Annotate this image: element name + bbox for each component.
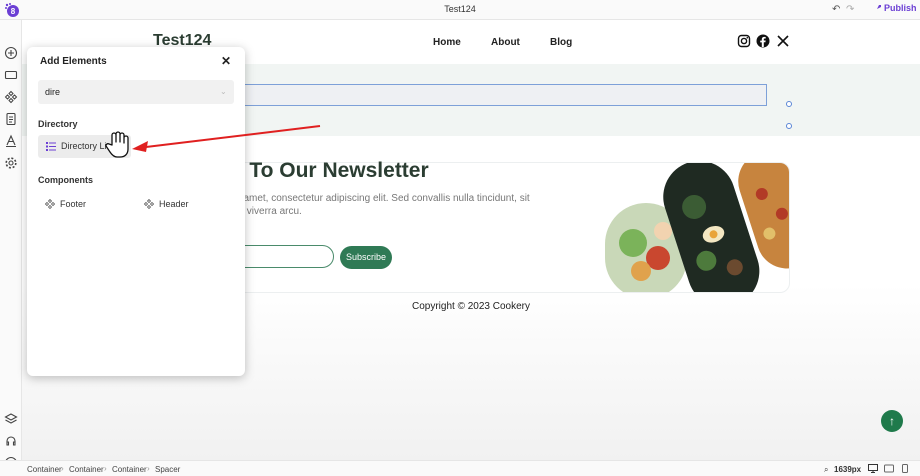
resize-handle-bottom[interactable] bbox=[786, 123, 792, 129]
redo-icon[interactable]: ↷ bbox=[846, 4, 854, 15]
component-footer[interactable]: Footer bbox=[45, 199, 86, 209]
undo-icon[interactable]: ↶ bbox=[832, 4, 840, 15]
canvas-width-readout: 1639px bbox=[834, 465, 862, 474]
publish-label: Publish bbox=[884, 3, 917, 13]
left-toolbar bbox=[0, 20, 22, 470]
component-icon bbox=[144, 199, 154, 209]
list-icon bbox=[46, 142, 56, 151]
publish-button[interactable]: Publish bbox=[874, 3, 917, 13]
facebook-icon[interactable] bbox=[756, 34, 770, 48]
component-header[interactable]: Header bbox=[144, 199, 189, 209]
breadcrumb-item[interactable]: Spacer bbox=[155, 465, 180, 474]
scroll-top-button[interactable]: ↑ bbox=[881, 410, 903, 432]
layout-icon[interactable] bbox=[4, 68, 18, 82]
tablet-icon[interactable] bbox=[884, 464, 894, 473]
rocket-icon bbox=[875, 5, 881, 11]
pages-icon[interactable] bbox=[4, 112, 18, 126]
nav-link-about[interactable]: About bbox=[491, 37, 520, 48]
section-components: Components bbox=[38, 175, 93, 185]
hand-cursor-icon bbox=[105, 131, 129, 158]
chevron-down-icon: ⌄ bbox=[220, 87, 227, 96]
newsletter-title: be To Our Newsletter bbox=[219, 159, 429, 182]
panel-title: Add Elements bbox=[40, 56, 107, 67]
close-icon[interactable]: ✕ bbox=[221, 54, 231, 68]
zoom-search-icon: ⌕ bbox=[824, 465, 829, 474]
bottom-bar: Container › Container › Container › Spac… bbox=[0, 460, 920, 476]
nav-link-blog[interactable]: Blog bbox=[550, 37, 572, 48]
desktop-icon[interactable] bbox=[868, 464, 878, 473]
chevron-right-icon: › bbox=[147, 464, 150, 473]
resize-handle-top[interactable] bbox=[786, 101, 792, 107]
breadcrumb-item[interactable]: Container bbox=[27, 465, 62, 474]
support-headset-icon[interactable] bbox=[4, 434, 18, 448]
layers-icon[interactable] bbox=[4, 412, 18, 426]
instagram-icon[interactable] bbox=[737, 34, 751, 48]
breadcrumb-item[interactable]: Container bbox=[69, 465, 104, 474]
add-elements-panel: Add Elements ✕ ⌄ Directory Directory Lis… bbox=[27, 47, 245, 376]
newsletter-text: or sit amet, consectetur adipiscing elit… bbox=[219, 193, 530, 217]
component-header-label: Header bbox=[159, 199, 189, 209]
settings-gear-icon[interactable] bbox=[4, 156, 18, 170]
subscribe-button[interactable]: Subscribe bbox=[340, 246, 392, 269]
x-icon[interactable] bbox=[776, 34, 790, 48]
nav-link-home[interactable]: Home bbox=[433, 37, 461, 48]
typography-icon[interactable] bbox=[4, 134, 18, 148]
components-icon[interactable] bbox=[4, 90, 18, 104]
food-images bbox=[605, 163, 789, 292]
mobile-icon[interactable] bbox=[900, 464, 910, 473]
section-directory: Directory bbox=[38, 119, 78, 129]
app-title: Test124 bbox=[444, 4, 476, 14]
add-element-icon[interactable] bbox=[4, 46, 18, 60]
component-footer-label: Footer bbox=[60, 199, 87, 209]
chevron-right-icon: › bbox=[61, 464, 64, 473]
element-search-input[interactable] bbox=[38, 80, 234, 104]
component-icon bbox=[45, 199, 55, 209]
selected-spacer[interactable] bbox=[200, 84, 767, 106]
chevron-right-icon: › bbox=[104, 464, 107, 473]
top-bar: 8 Test124 ↶ ↷ Publish bbox=[0, 0, 920, 20]
breadcrumb-item[interactable]: Container bbox=[112, 465, 147, 474]
